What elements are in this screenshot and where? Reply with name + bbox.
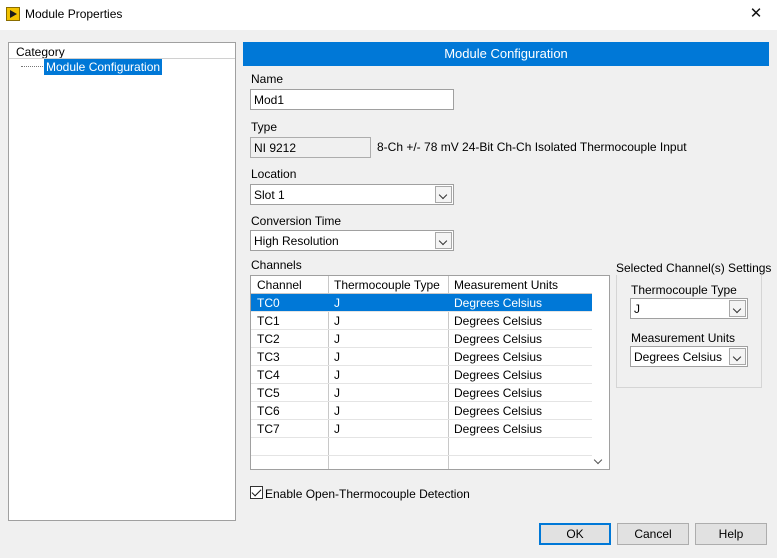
cell-channel: TC2 [257,332,280,346]
close-button[interactable]: ✕ [741,3,771,25]
thermocouple-type-label: Thermocouple Type [631,283,737,297]
cell-measurement-units: Degrees Celsius [454,332,543,346]
channels-label: Channels [251,258,302,272]
cell-measurement-units: Degrees Celsius [454,404,543,418]
cell-measurement-units: Degrees Celsius [454,314,543,328]
cell-channel: TC7 [257,422,280,436]
cell-measurement-units: Degrees Celsius [454,386,543,400]
title-bar: Module Properties ✕ [0,0,777,30]
location-select[interactable]: Slot 1 [250,184,454,205]
table-row[interactable]: TC2 J Degrees Celsius [251,330,593,348]
cell-thermocouple-type: J [334,296,340,310]
conversion-time-label: Conversion Time [251,214,342,228]
cell-channel: TC3 [257,350,280,364]
column-header-thermocouple-type[interactable]: Thermocouple Type [334,278,440,292]
ok-button[interactable]: OK [539,523,611,545]
column-header-measurement-units[interactable]: Measurement Units [454,278,558,292]
cell-thermocouple-type: J [334,314,340,328]
type-label: Type [251,120,278,134]
module-configuration-header: Module Configuration [243,42,769,66]
chevron-down-icon[interactable] [729,348,746,365]
table-row[interactable]: TC1 J Degrees Celsius [251,312,593,330]
chevron-down-icon[interactable] [435,232,452,249]
measurement-units-label: Measurement Units [631,331,736,345]
labview-app-icon [6,7,20,21]
open-thermocouple-checkbox[interactable] [250,486,263,499]
cell-thermocouple-type: J [334,422,340,436]
module-properties-dialog: Module Properties ✕ Category Module Conf… [0,0,777,558]
cancel-button[interactable]: Cancel [617,523,689,545]
cell-thermocouple-type: J [334,332,340,346]
location-label: Location [251,167,297,181]
type-field: NI 9212 [250,137,371,158]
cell-thermocouple-type: J [334,386,340,400]
table-row[interactable]: TC7 J Degrees Celsius [251,420,593,438]
help-button[interactable]: Help [695,523,767,545]
table-row[interactable]: TC5 J Degrees Celsius [251,384,593,402]
table-row[interactable]: TC3 J Degrees Celsius [251,348,593,366]
table-row[interactable]: TC0 J Degrees Celsius [251,294,593,312]
chevron-down-icon[interactable] [729,300,746,317]
channels-table[interactable]: Channel Thermocouple Type Measurement Un… [250,275,610,470]
open-thermocouple-label[interactable]: Enable Open-Thermocouple Detection [265,487,470,501]
window-title: Module Properties [25,7,123,21]
tree-connector [21,66,43,67]
column-header-channel[interactable]: Channel [257,278,302,292]
cell-thermocouple-type: J [334,368,340,382]
location-value: Slot 1 [254,188,285,202]
category-header: Category [16,45,65,59]
channels-scrollbar[interactable] [592,276,609,469]
cell-measurement-units: Degrees Celsius [454,368,543,382]
chevron-down-icon[interactable] [435,186,452,203]
cell-channel: TC4 [257,368,280,382]
channels-rows: TC0 J Degrees Celsius TC1 J Degrees Cels… [251,294,593,456]
chevron-down-icon[interactable] [593,455,603,465]
channels-table-header: Channel Thermocouple Type Measurement Un… [251,276,593,294]
category-tree: Category Module Configuration [8,42,236,521]
thermocouple-type-select[interactable]: J [630,298,748,319]
thermocouple-type-value: J [634,302,640,316]
cell-channel: TC6 [257,404,280,418]
cell-channel: TC5 [257,386,280,400]
name-input[interactable]: Mod1 [250,89,454,110]
table-row[interactable]: TC6 J Degrees Celsius [251,402,593,420]
table-row[interactable]: TC4 J Degrees Celsius [251,366,593,384]
cell-channel: TC0 [257,296,280,310]
selected-channel-settings-label: Selected Channel(s) Settings [616,261,774,275]
cell-thermocouple-type: J [334,404,340,418]
tree-item-module-configuration[interactable]: Module Configuration [44,59,163,75]
table-row-empty[interactable] [251,438,593,456]
cell-measurement-units: Degrees Celsius [454,296,543,310]
conversion-time-value: High Resolution [254,234,339,248]
measurement-units-value: Degrees Celsius [634,350,723,364]
cell-measurement-units: Degrees Celsius [454,422,543,436]
conversion-time-select[interactable]: High Resolution [250,230,454,251]
type-description: 8-Ch +/- 78 mV 24-Bit Ch-Ch Isolated The… [377,140,687,154]
cell-measurement-units: Degrees Celsius [454,350,543,364]
cell-channel: TC1 [257,314,280,328]
cell-thermocouple-type: J [334,350,340,364]
name-label: Name [251,72,284,86]
measurement-units-select[interactable]: Degrees Celsius [630,346,748,367]
